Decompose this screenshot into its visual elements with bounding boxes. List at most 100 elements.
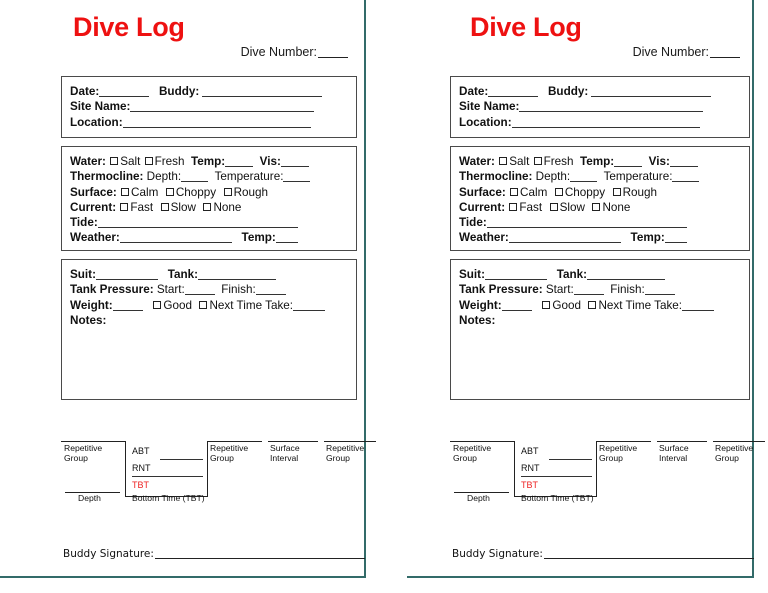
surface-option-rough-label: Rough bbox=[622, 185, 658, 199]
surface-option-calm-label: Calm bbox=[520, 185, 548, 199]
profile-depth-label: Depth bbox=[78, 493, 101, 503]
weight-input[interactable] bbox=[501, 309, 532, 311]
tank-pressure-start-input[interactable] bbox=[573, 294, 604, 296]
tank-pressure-label: Tank Pressure: bbox=[459, 283, 543, 297]
water-row: Water: Salt Fresh Temp: Vis: bbox=[70, 154, 356, 169]
checkbox-water-salt[interactable] bbox=[499, 157, 508, 165]
location-label: Location: bbox=[459, 115, 512, 129]
profile-rnt-input[interactable] bbox=[521, 476, 592, 477]
profile-repetitive-group-3-line bbox=[324, 441, 376, 442]
weather-input[interactable] bbox=[119, 242, 232, 244]
thermocline-depth-input[interactable] bbox=[181, 181, 209, 183]
tank-pressure-start-label: Start: bbox=[156, 283, 185, 297]
equipment-box: Suit: Tank: Tank Pressure: Start: Finish… bbox=[61, 259, 357, 400]
location-input[interactable] bbox=[122, 126, 311, 128]
weather-temp-input[interactable] bbox=[275, 242, 298, 244]
thermocline-label: Thermocline: bbox=[459, 170, 533, 184]
profile-tbt-label: TBT bbox=[132, 480, 149, 490]
tank-pressure-finish-input[interactable] bbox=[255, 294, 286, 296]
water-option-fresh-label: Fresh bbox=[154, 155, 185, 168]
tide-row: Tide: bbox=[459, 215, 749, 230]
weather-input[interactable] bbox=[508, 242, 621, 244]
date-label: Date: bbox=[459, 85, 489, 98]
site-name-row: Site Name: bbox=[459, 99, 749, 114]
checkbox-surface-choppy[interactable] bbox=[554, 187, 563, 196]
vis-input[interactable] bbox=[669, 166, 698, 167]
water-temp-label: Temp: bbox=[579, 155, 615, 168]
checkbox-next-time-take[interactable] bbox=[199, 300, 208, 309]
checkbox-water-fresh[interactable] bbox=[144, 157, 153, 165]
checkbox-current-slow[interactable] bbox=[549, 202, 558, 211]
surface-label: Surface: bbox=[70, 185, 117, 199]
buddy-signature-input[interactable] bbox=[154, 558, 365, 559]
checkbox-water-fresh[interactable] bbox=[533, 157, 542, 165]
checkbox-current-fast[interactable] bbox=[509, 202, 518, 211]
suit-label: Suit: bbox=[459, 268, 485, 281]
tank-input[interactable] bbox=[198, 279, 277, 280]
date-label: Date: bbox=[70, 85, 100, 98]
location-input[interactable] bbox=[511, 126, 700, 128]
tank-input[interactable] bbox=[587, 279, 666, 280]
buddy-input[interactable] bbox=[202, 96, 323, 97]
checkbox-current-slow[interactable] bbox=[160, 202, 169, 211]
checkbox-current-none[interactable] bbox=[203, 202, 212, 211]
tank-pressure-finish-input[interactable] bbox=[644, 294, 675, 296]
checkbox-water-salt[interactable] bbox=[110, 157, 119, 165]
buddy-input[interactable] bbox=[591, 96, 712, 97]
tank-pressure-finish-label: Finish: bbox=[610, 283, 645, 297]
checkbox-current-fast[interactable] bbox=[120, 202, 129, 211]
conditions-box: Water: Salt Fresh Temp: Vis: Thermocline… bbox=[450, 146, 750, 251]
vis-input[interactable] bbox=[280, 166, 309, 167]
profile-abt-input[interactable] bbox=[549, 459, 592, 460]
tide-input[interactable] bbox=[486, 227, 687, 229]
site-name-input[interactable] bbox=[519, 111, 704, 113]
location-row: Location: bbox=[70, 115, 356, 130]
thermocline-temperature-label: Temperature: bbox=[603, 170, 673, 184]
current-option-fast-label: Fast bbox=[130, 200, 154, 214]
checkbox-current-none[interactable] bbox=[592, 202, 601, 211]
current-option-fast-label: Fast bbox=[519, 200, 543, 214]
dive-number-input[interactable] bbox=[318, 57, 348, 58]
suit-input[interactable] bbox=[484, 279, 547, 280]
tide-input[interactable] bbox=[97, 227, 298, 229]
dive-log-page-2: Dive Log Dive Number: Date: Buddy: Site … bbox=[407, 0, 765, 578]
dive-number-input[interactable] bbox=[710, 57, 740, 58]
current-option-none-label: None bbox=[602, 200, 631, 214]
thermocline-row: Thermocline: Depth: Temperature: bbox=[70, 169, 356, 184]
tank-pressure-start-input[interactable] bbox=[184, 294, 215, 296]
checkbox-next-time-take[interactable] bbox=[588, 300, 597, 309]
thermocline-temperature-input[interactable] bbox=[283, 181, 311, 183]
suit-input[interactable] bbox=[95, 279, 158, 280]
profile-rnt-label: RNT bbox=[132, 463, 151, 473]
water-temp-input[interactable] bbox=[614, 166, 643, 167]
checkbox-surface-choppy[interactable] bbox=[165, 187, 174, 196]
site-name-input[interactable] bbox=[130, 111, 315, 113]
water-temp-input[interactable] bbox=[225, 166, 254, 167]
tide-row: Tide: bbox=[70, 215, 356, 230]
tank-pressure-label: Tank Pressure: bbox=[70, 283, 154, 297]
notes-label: Notes: bbox=[459, 313, 496, 327]
vis-label: Vis: bbox=[259, 155, 281, 168]
tide-label: Tide: bbox=[70, 216, 98, 230]
checkbox-surface-rough[interactable] bbox=[612, 187, 621, 196]
checkbox-surface-rough[interactable] bbox=[223, 187, 232, 196]
weather-temp-input[interactable] bbox=[664, 242, 687, 244]
profile-descent-line bbox=[514, 441, 515, 497]
thermocline-depth-label: Depth: bbox=[535, 170, 571, 184]
checkbox-surface-calm[interactable] bbox=[121, 187, 130, 196]
thermocline-depth-input[interactable] bbox=[570, 181, 598, 183]
next-time-take-input[interactable] bbox=[293, 309, 326, 311]
next-time-take-input[interactable] bbox=[682, 309, 715, 311]
profile-rnt-input[interactable] bbox=[132, 476, 203, 477]
date-input[interactable] bbox=[488, 96, 539, 97]
checkbox-weight-good[interactable] bbox=[153, 300, 162, 309]
checkbox-surface-calm[interactable] bbox=[510, 187, 519, 196]
checkbox-weight-good[interactable] bbox=[542, 300, 551, 309]
buddy-signature-input[interactable] bbox=[543, 558, 754, 559]
weight-good-label: Good bbox=[163, 298, 192, 312]
date-input[interactable] bbox=[99, 96, 150, 97]
thermocline-temperature-label: Temperature: bbox=[214, 170, 284, 184]
weight-input[interactable] bbox=[112, 309, 143, 311]
thermocline-temperature-input[interactable] bbox=[672, 181, 700, 183]
profile-abt-input[interactable] bbox=[160, 459, 203, 460]
